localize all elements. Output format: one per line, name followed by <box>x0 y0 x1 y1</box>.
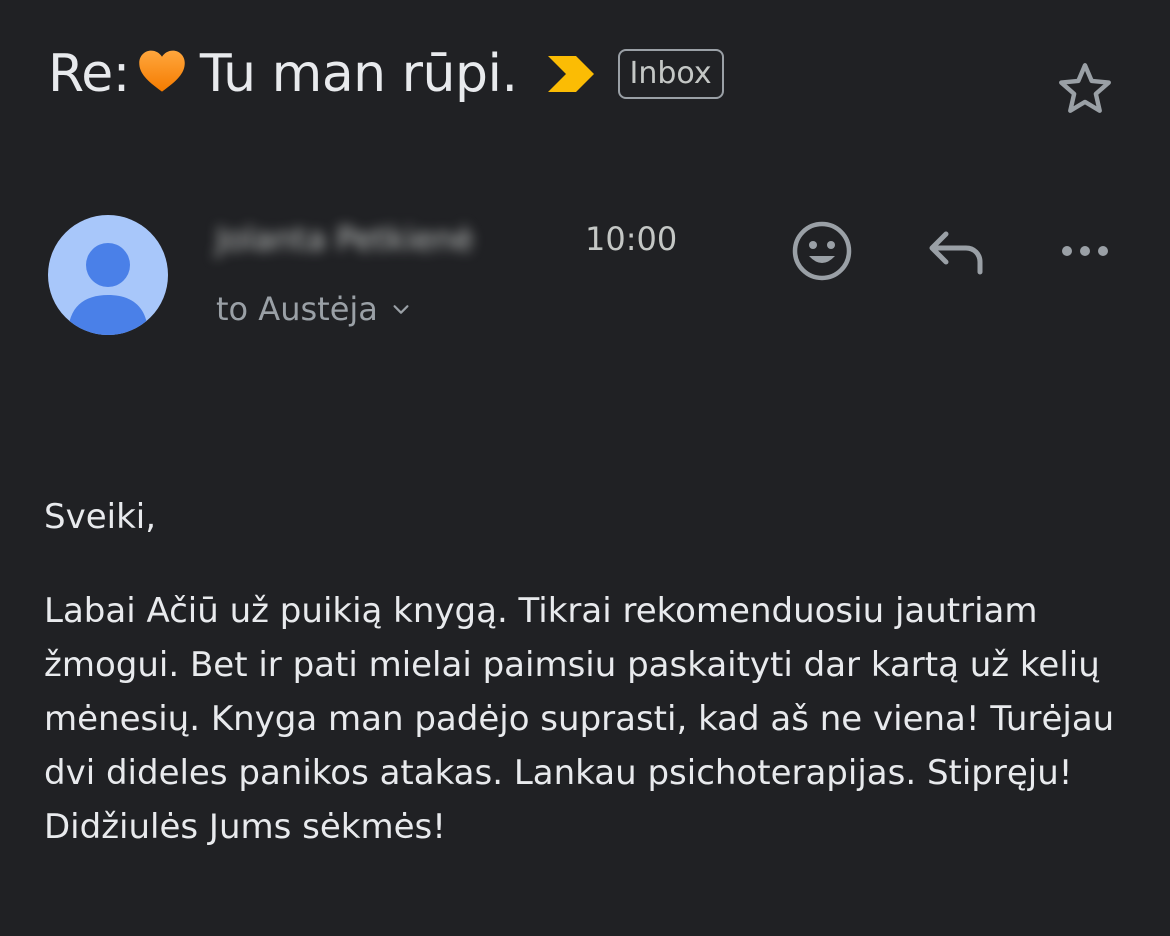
subject-title: Re: Tu man rūpi. <box>48 44 518 104</box>
subject-prefix: Re: <box>48 44 130 104</box>
body-paragraph: Labai Ačiū už puikią knygą. Tikrai rekom… <box>44 591 1115 847</box>
recipient-details[interactable]: to Austėja <box>216 290 412 328</box>
message-body: Sveiki, Labai Ačiū už puikią knygą. Tikr… <box>44 490 1144 854</box>
reply-icon[interactable] <box>922 218 988 284</box>
star-icon[interactable] <box>1054 58 1116 120</box>
recipient-text: to Austėja <box>216 290 378 328</box>
subject-header: Re: Tu man rūpi. Inbox <box>48 38 724 110</box>
message-time: 10:00 <box>585 220 678 258</box>
subject-text: Tu man rūpi. <box>199 44 518 104</box>
body-greeting: Sveiki, <box>44 497 157 537</box>
sender-name[interactable]: Jolanta Petkienė <box>216 220 474 258</box>
person-icon <box>68 243 148 335</box>
avatar[interactable] <box>48 215 168 335</box>
chevron-down-icon[interactable] <box>390 298 412 320</box>
more-options-icon[interactable] <box>1052 218 1118 284</box>
importance-marker-icon[interactable] <box>546 52 598 96</box>
inbox-label-chip[interactable]: Inbox <box>617 49 724 99</box>
orange-heart-icon <box>139 50 185 92</box>
add-reaction-icon[interactable] <box>789 218 855 284</box>
